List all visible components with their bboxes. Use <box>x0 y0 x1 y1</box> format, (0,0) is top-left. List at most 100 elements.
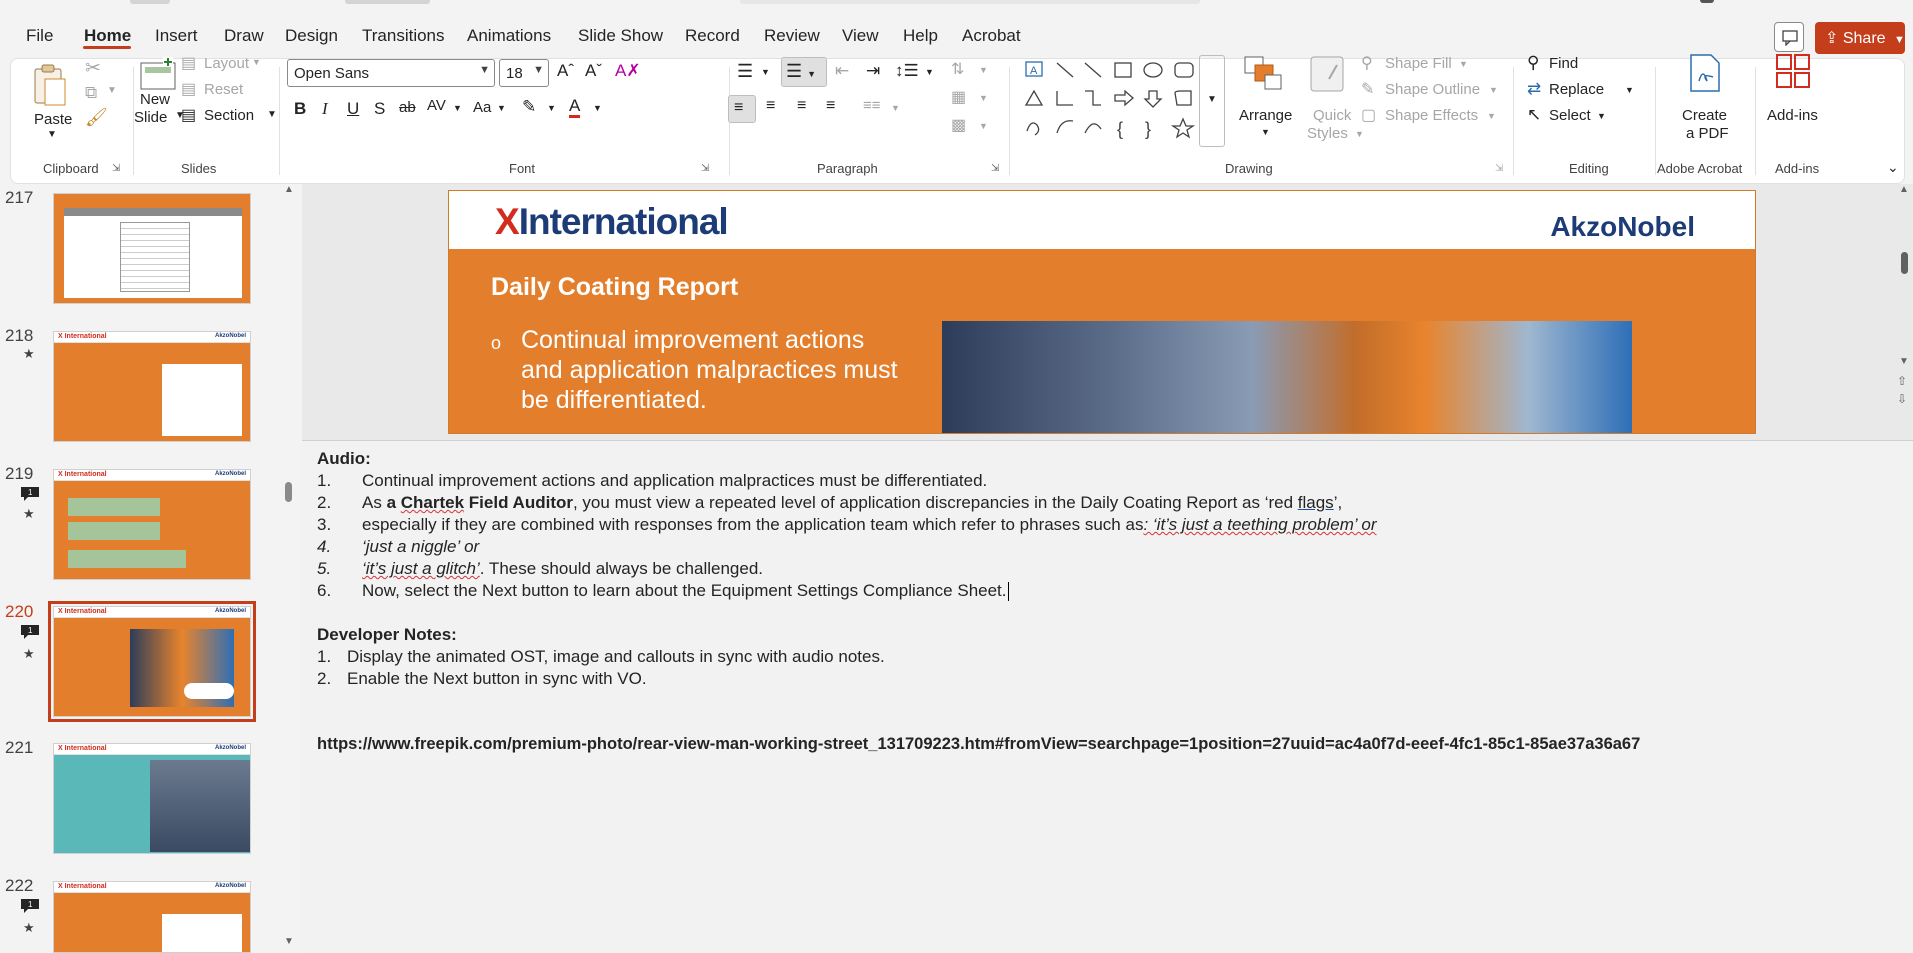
increase-indent-icon[interactable]: ⇥ <box>866 61 880 81</box>
dialog-launcher-icon[interactable]: ⇲ <box>1495 163 1503 174</box>
flags-link[interactable]: flags <box>1298 493 1334 512</box>
shadow-icon[interactable]: S <box>374 99 385 119</box>
paste-dropdown-icon[interactable]: ▼ <box>47 129 57 140</box>
chevron-down-icon[interactable]: ▼ <box>1597 111 1606 121</box>
chevron-down-icon[interactable]: ▼ <box>479 64 490 76</box>
quick-styles-icon[interactable] <box>1307 55 1347 95</box>
strikethrough-icon[interactable]: ab <box>399 99 416 116</box>
new-slide-button-label[interactable]: Slide <box>134 109 167 126</box>
chevron-down-icon[interactable]: ▼ <box>1207 94 1217 105</box>
chevron-down-icon[interactable]: ▼ <box>453 103 462 113</box>
tab-help[interactable]: Help <box>903 26 938 46</box>
tab-home[interactable]: Home <box>84 26 131 46</box>
dialog-launcher-icon[interactable]: ⇲ <box>991 163 999 174</box>
tab-animations[interactable]: Animations <box>467 26 551 46</box>
slide-thumbnail-221[interactable]: X International AkzoNobel <box>53 743 251 854</box>
speaker-notes-pane[interactable]: Audio: 1. Continual improvement actions … <box>302 440 1913 953</box>
share-button[interactable]: ⇪ Share ▼ <box>1815 22 1905 54</box>
tab-record[interactable]: Record <box>685 26 740 46</box>
align-left-icon[interactable]: ≡ <box>728 95 756 123</box>
chevron-down-icon[interactable]: ▼ <box>1487 111 1496 121</box>
comment-icon[interactable]: 1 <box>20 624 40 639</box>
star-icon[interactable]: ★ <box>23 920 35 936</box>
chevron-down-icon[interactable]: ▼ <box>547 103 556 113</box>
chevron-down-icon[interactable]: ▼ <box>593 103 602 113</box>
find-button[interactable]: Find <box>1549 55 1578 72</box>
tab-review[interactable]: Review <box>764 26 820 46</box>
chevron-down-icon[interactable]: ▼ <box>533 64 544 76</box>
smartart-icon[interactable]: ▩ <box>951 115 966 135</box>
create-pdf-icon[interactable] <box>1687 53 1723 93</box>
line-spacing-icon[interactable]: ↕☰ <box>895 61 919 81</box>
chevron-down-icon[interactable]: ▼ <box>1355 129 1364 139</box>
change-case-icon[interactable]: Aa <box>473 99 491 116</box>
layout-button[interactable]: Layout <box>204 55 249 72</box>
scroll-down-icon[interactable]: ▼ <box>284 936 294 947</box>
chevron-down-icon[interactable]: ▼ <box>1459 59 1468 69</box>
reset-button[interactable]: Reset <box>204 81 243 98</box>
chevron-down-icon[interactable]: ▼ <box>979 65 988 75</box>
tab-view[interactable]: View <box>842 26 879 46</box>
character-spacing-icon[interactable]: AV <box>427 97 446 114</box>
chevron-down-icon[interactable]: ▼ <box>1261 127 1270 137</box>
quick-styles-button[interactable]: Quick <box>1313 107 1351 124</box>
select-button[interactable]: Select <box>1549 107 1591 124</box>
highlight-icon[interactable]: ✎ <box>522 97 536 117</box>
bullets-icon[interactable]: ☰ <box>737 61 753 82</box>
slide-title[interactable]: Daily Coating Report <box>491 273 738 302</box>
bold-icon[interactable]: B <box>294 99 306 119</box>
dialog-launcher-icon[interactable]: ⇲ <box>112 163 120 174</box>
align-center-icon[interactable]: ≡ <box>766 97 775 115</box>
justify-icon[interactable]: ≡ <box>826 97 835 115</box>
new-slide-button[interactable]: New <box>140 91 170 108</box>
create-pdf-button-label[interactable]: a PDF <box>1686 125 1729 142</box>
image-source-url[interactable]: https://www.freepik.com/premium-photo/re… <box>317 735 1640 754</box>
font-color-icon[interactable]: A <box>569 97 581 118</box>
comments-button[interactable] <box>1774 22 1804 52</box>
add-ins-button[interactable]: Add-ins <box>1767 107 1818 124</box>
tab-design[interactable]: Design <box>285 26 338 46</box>
shapes-gallery[interactable]: A { } <box>1021 59 1211 143</box>
chevron-down-icon[interactable]: ▼ <box>891 103 900 113</box>
tab-file[interactable]: File <box>26 26 53 46</box>
shape-fill-button[interactable]: Shape Fill <box>1385 55 1452 72</box>
tab-acrobat[interactable]: Acrobat <box>962 26 1021 46</box>
avatar[interactable] <box>1700 0 1714 3</box>
section-button[interactable]: Section <box>204 107 254 124</box>
clear-formatting-icon[interactable]: A✗ <box>615 61 641 81</box>
text-direction-icon[interactable]: ⇅ <box>951 59 964 79</box>
star-icon[interactable]: ★ <box>23 646 35 662</box>
misspelled-word[interactable]: Chartek <box>401 493 464 512</box>
star-icon[interactable]: ★ <box>23 346 35 362</box>
slide-thumbnail-218[interactable]: X International AkzoNobel <box>53 331 251 442</box>
align-text-icon[interactable]: ▦ <box>951 87 966 107</box>
slide-thumbnail-219[interactable]: X International AkzoNobel <box>53 469 251 580</box>
slide-thumbnail-222[interactable]: X International AkzoNobel <box>53 881 251 953</box>
previous-slide-icon[interactable]: ⇧ <box>1897 374 1907 388</box>
decrease-font-icon[interactable]: Aˇ <box>585 61 602 81</box>
slide-bullet-text[interactable]: Continual improvement actions and applic… <box>521 325 901 415</box>
cut-icon[interactable]: ✂ <box>85 57 101 80</box>
star-icon[interactable]: ★ <box>23 506 35 522</box>
comment-icon[interactable]: 1 <box>20 898 40 913</box>
layout-dropdown-icon[interactable]: ▼ <box>252 57 261 67</box>
current-slide[interactable]: XInternational AkzoNobel Daily Coating R… <box>448 190 1756 434</box>
slide-thumbnail-220[interactable]: X International AkzoNobel <box>48 601 256 722</box>
italic-icon[interactable]: I <box>322 99 328 119</box>
create-pdf-button[interactable]: Create <box>1682 107 1727 124</box>
align-right-icon[interactable]: ≡ <box>797 97 806 115</box>
chevron-down-icon[interactable]: ▼ <box>925 67 934 77</box>
paste-button[interactable]: Paste <box>34 111 72 128</box>
shapes-gallery-scroll[interactable]: ▼ <box>1199 55 1225 147</box>
paste-icon[interactable] <box>31 63 66 106</box>
next-slide-icon[interactable]: ⇩ <box>1897 392 1907 406</box>
chevron-down-icon[interactable]: ▼ <box>497 103 506 113</box>
comment-icon[interactable]: 1 <box>20 486 40 501</box>
arrange-icon[interactable] <box>1243 55 1285 95</box>
tab-slide-show[interactable]: Slide Show <box>578 26 663 46</box>
shape-effects-button[interactable]: Shape Effects <box>1385 107 1478 124</box>
collapse-ribbon-icon[interactable]: ⌄ <box>1887 159 1899 176</box>
arrange-button[interactable]: Arrange <box>1239 107 1292 124</box>
slide-thumbnail-217[interactable] <box>53 193 251 304</box>
replace-button[interactable]: Replace <box>1549 81 1604 98</box>
